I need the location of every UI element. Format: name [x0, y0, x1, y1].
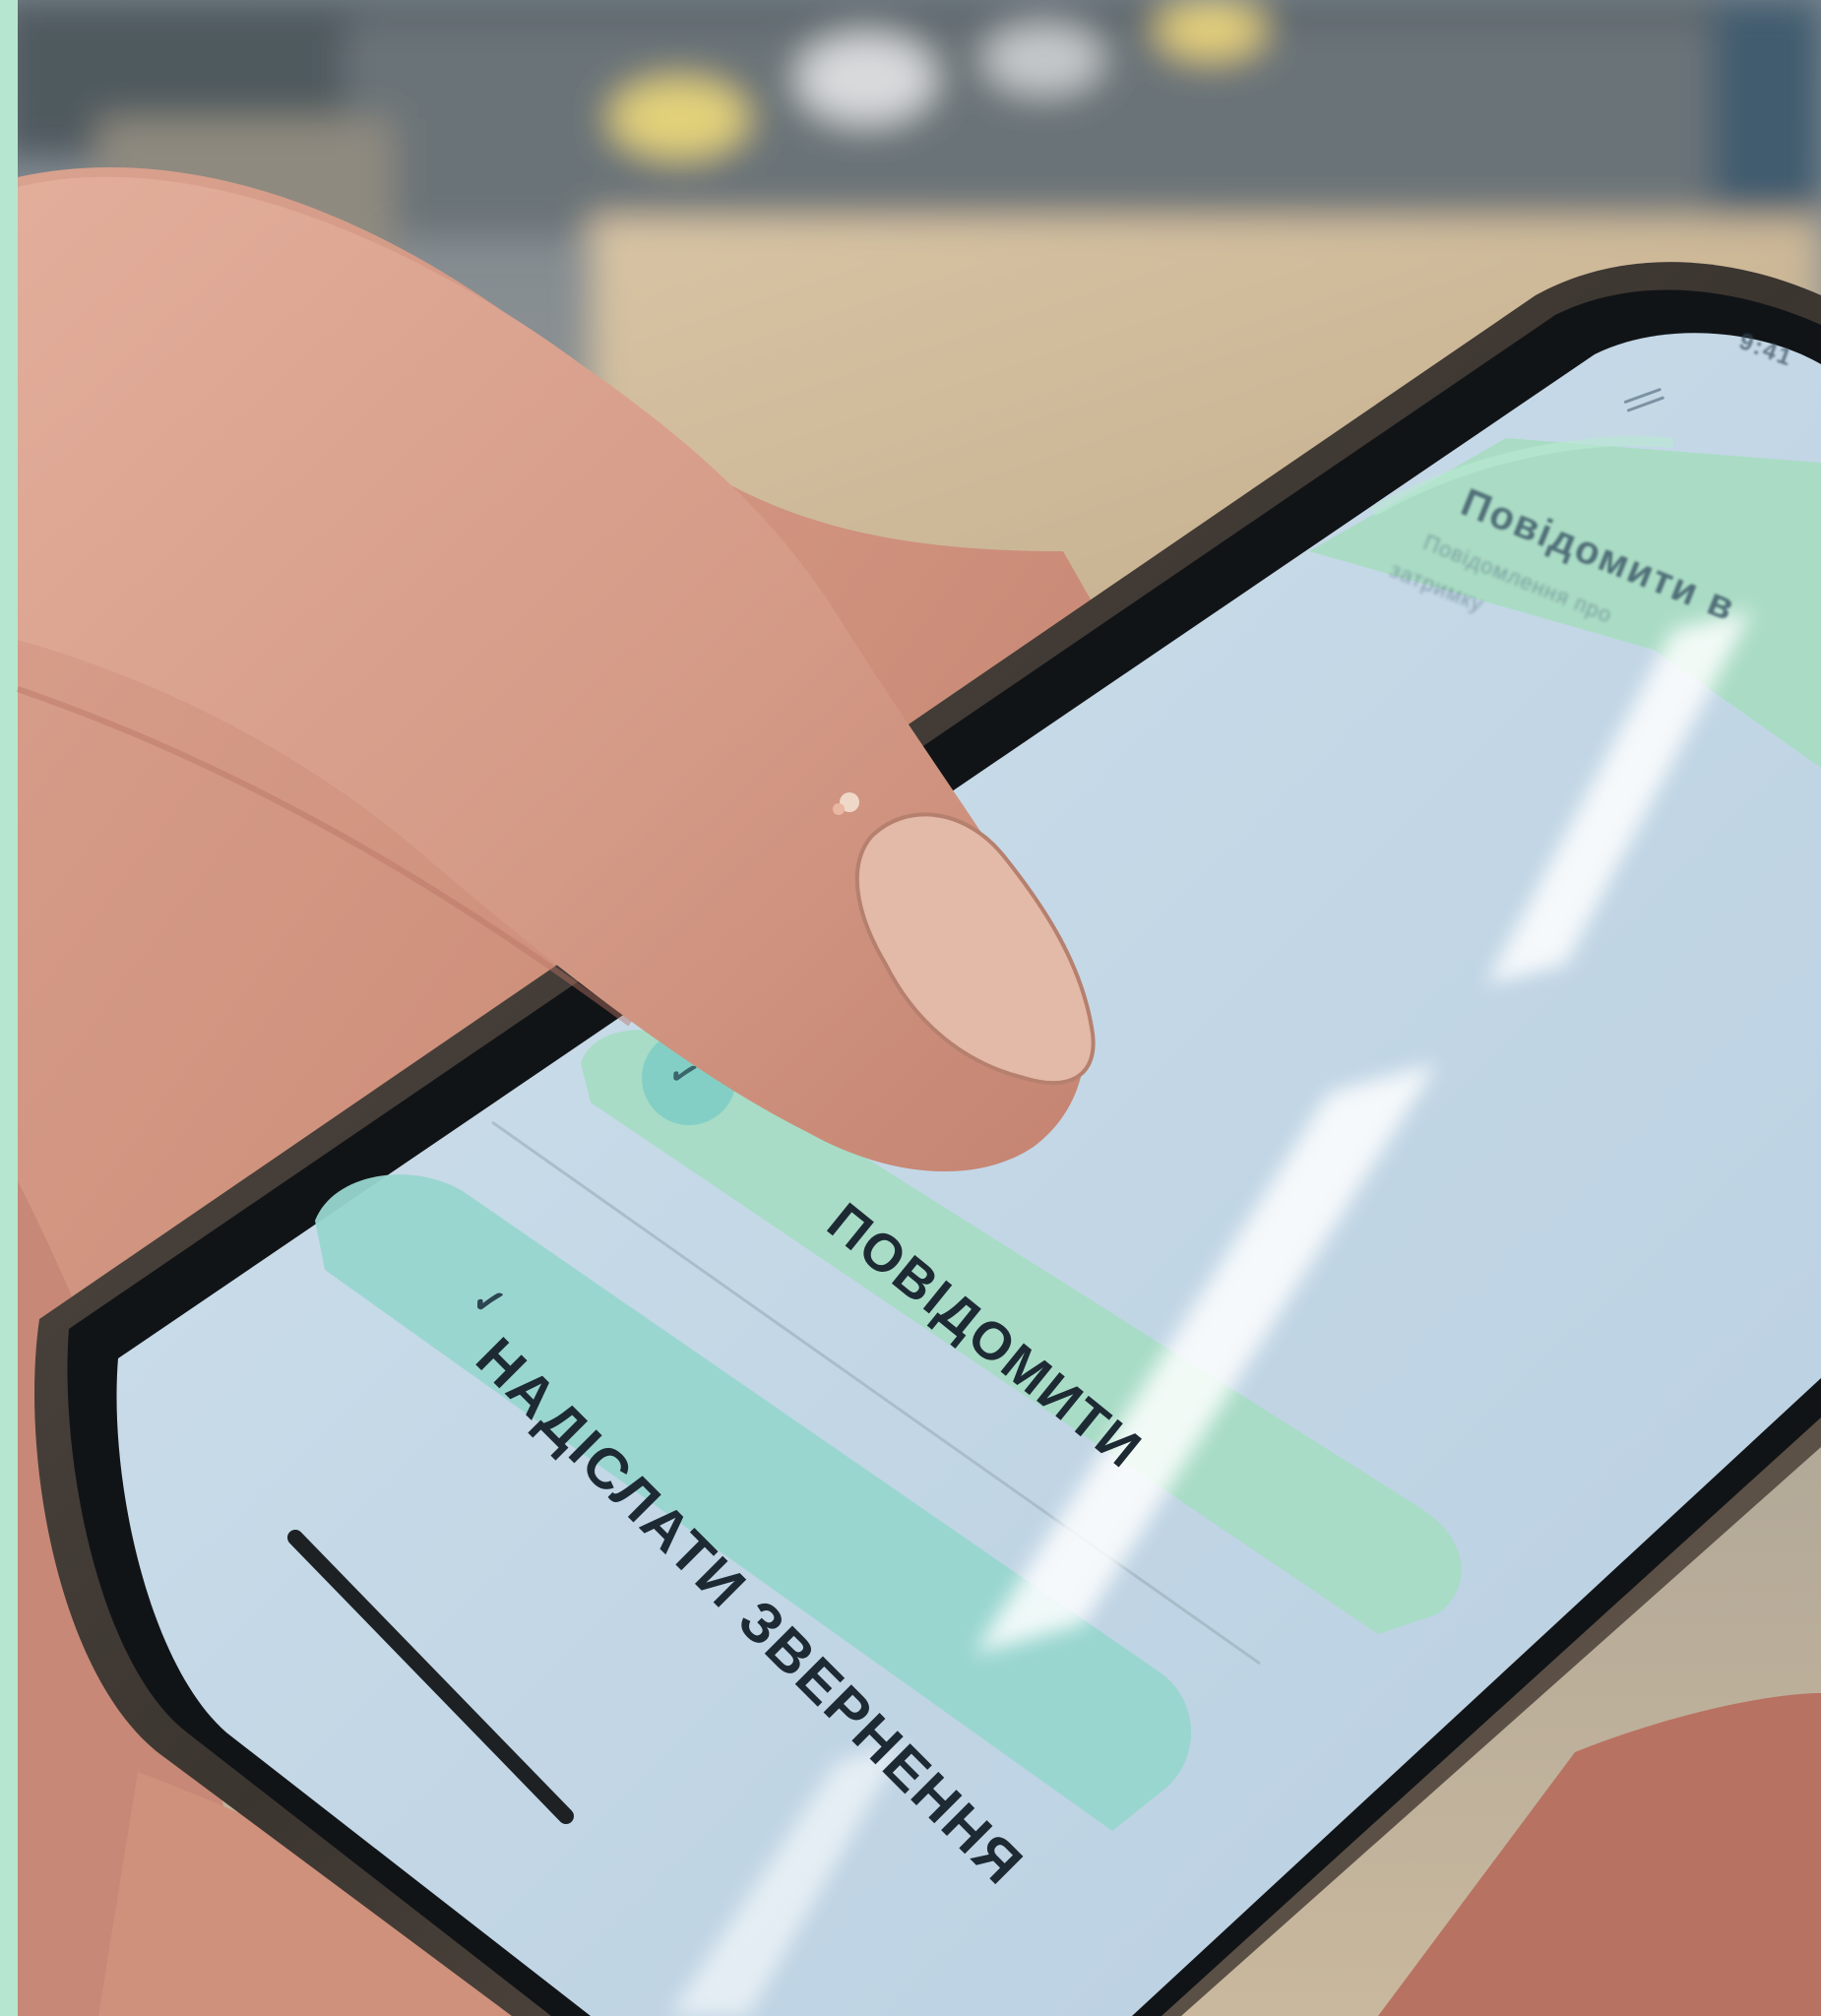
scene-background — [0, 0, 1821, 2016]
photo-scene: 9:41 Повідомити в Повідомлення про затри… — [0, 0, 1821, 2016]
